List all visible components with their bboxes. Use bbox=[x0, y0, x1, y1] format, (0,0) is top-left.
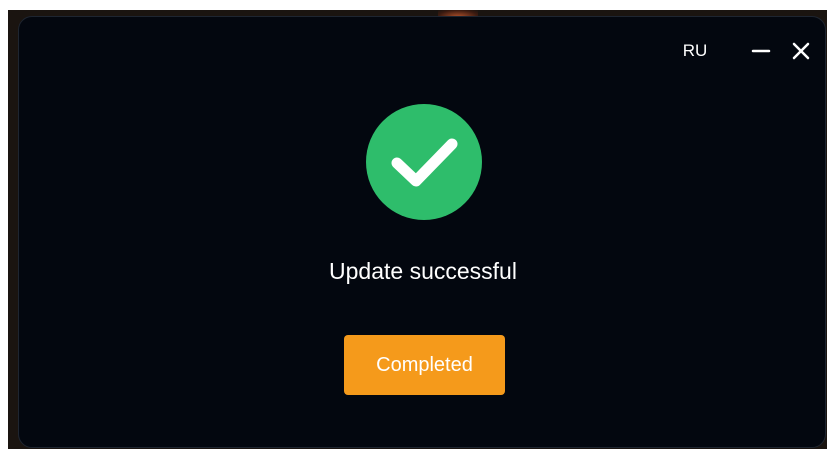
check-circle-icon bbox=[366, 104, 482, 220]
status-message: Update successful bbox=[329, 258, 517, 284]
minimize-icon bbox=[747, 39, 775, 63]
completed-button[interactable]: Completed bbox=[344, 335, 505, 395]
window-controls: RU bbox=[625, 39, 825, 63]
language-button[interactable]: RU bbox=[675, 39, 715, 63]
close-button[interactable] bbox=[787, 39, 815, 63]
minimize-button[interactable] bbox=[747, 39, 775, 63]
close-icon bbox=[787, 39, 815, 63]
update-dialog: RU Update successful Completed bbox=[18, 16, 826, 448]
